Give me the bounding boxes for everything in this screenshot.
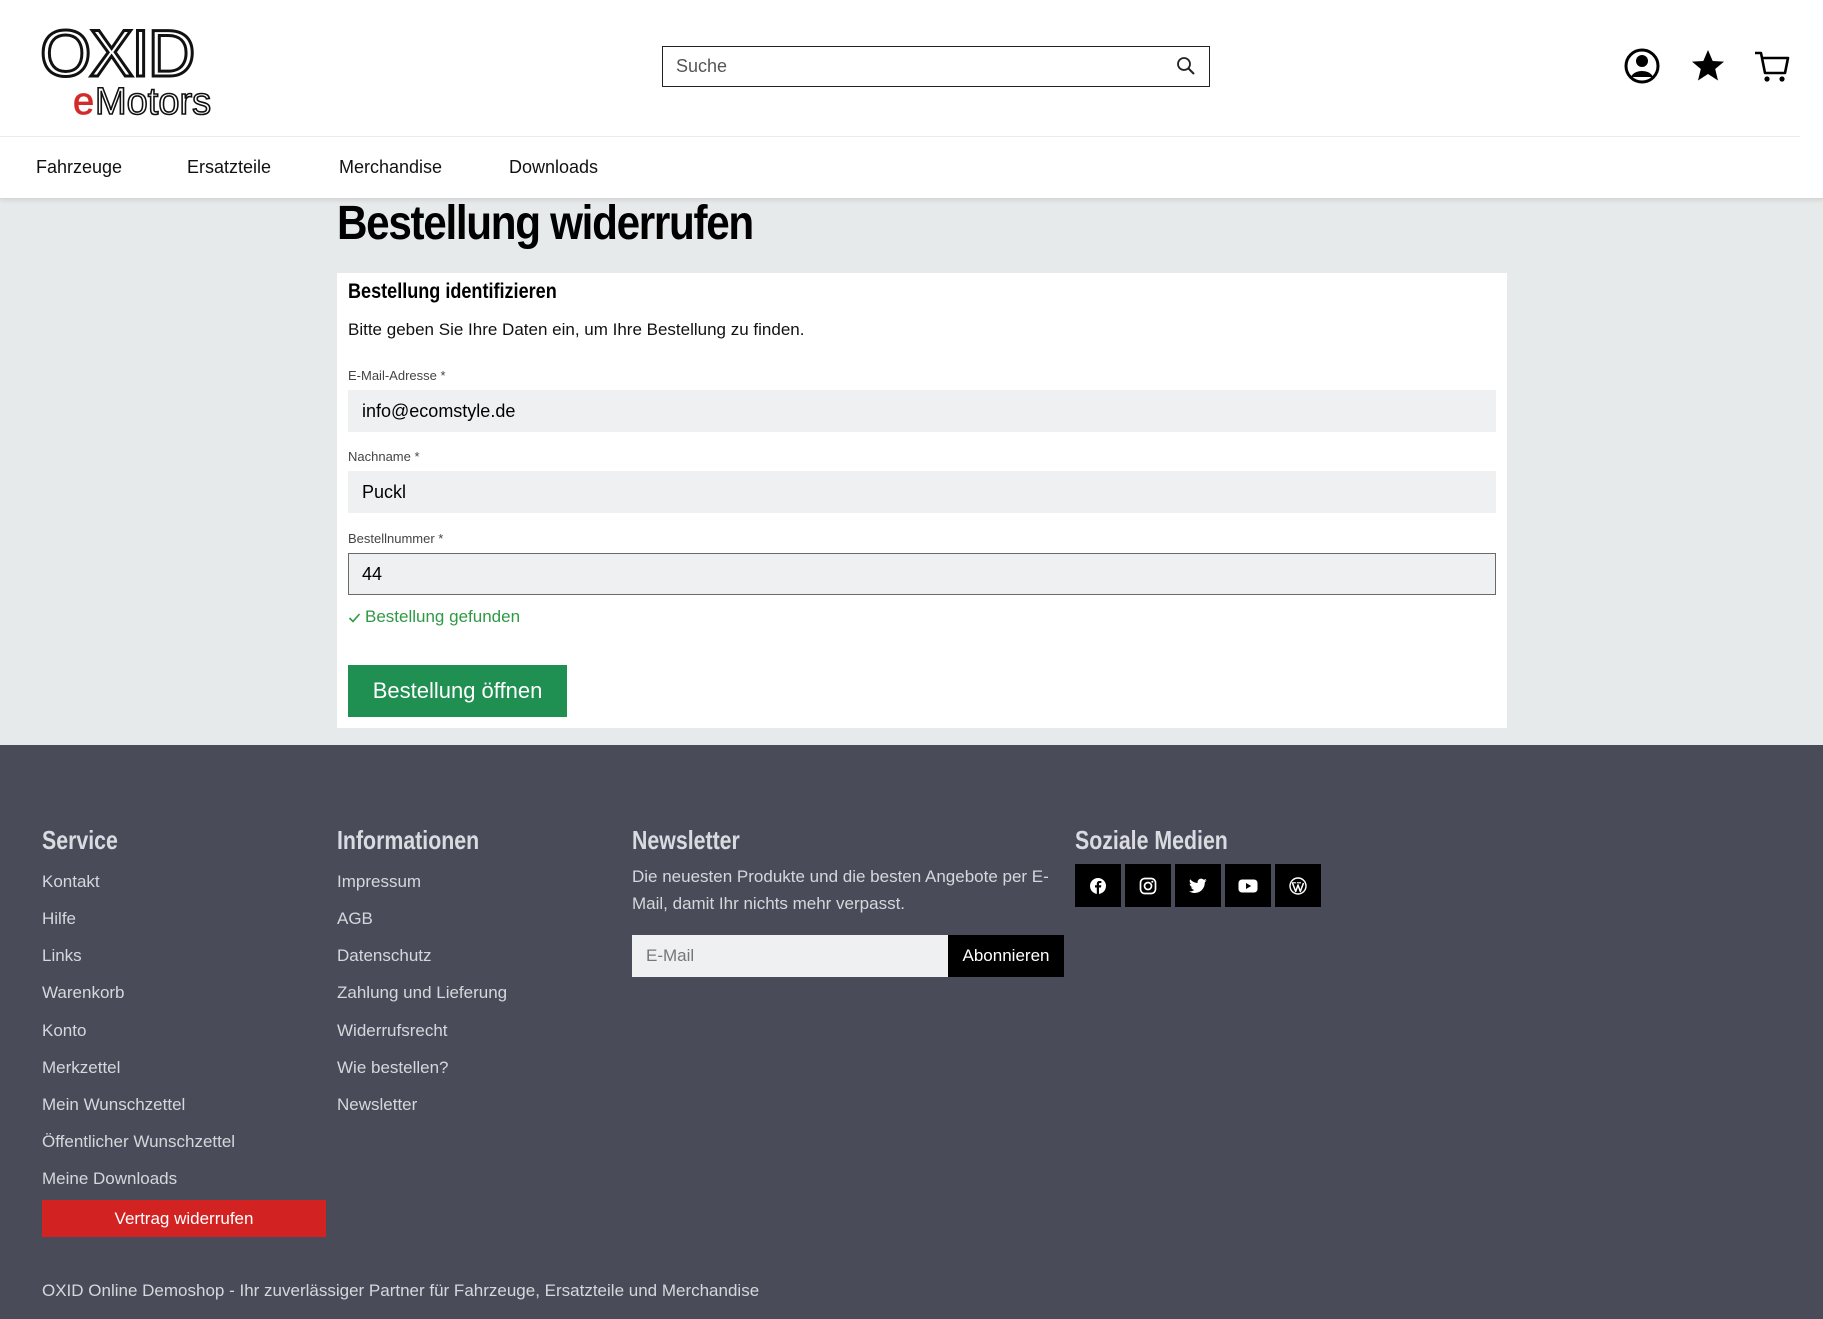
footer-heading-service: Service [42, 825, 118, 855]
shop-logo[interactable]: OXID e Motors [38, 15, 268, 124]
wishlist-star-icon[interactable] [1688, 46, 1728, 86]
newsletter-email-input[interactable] [632, 935, 948, 977]
footer-link-impressum[interactable]: Impressum [337, 872, 421, 892]
email-label: E-Mail-Adresse * [348, 368, 446, 383]
order-found-text: Bestellung gefunden [365, 607, 521, 626]
nav-item-downloads[interactable]: Downloads [509, 157, 598, 178]
ordernr-field-wrap [348, 553, 1496, 595]
facebook-icon[interactable] [1075, 864, 1121, 907]
subscribe-button[interactable]: Abonnieren [948, 935, 1064, 977]
ordernr-field[interactable] [349, 554, 1495, 594]
order-found-status: Bestellung gefunden [348, 607, 520, 627]
open-order-button[interactable]: Bestellung öffnen [348, 665, 567, 717]
footer-tagline: OXID Online Demoshop - Ihr zuverlässiger… [42, 1281, 760, 1300]
card-description: Bitte geben Sie Ihre Daten ein, um Ihre … [348, 320, 805, 339]
order-identify-card: Bestellung identifizieren Bitte geben Si… [337, 273, 1507, 728]
footer-link-newsletter[interactable]: Newsletter [337, 1095, 417, 1115]
footer-heading-newsletter: Newsletter [632, 825, 740, 855]
card-title: Bestellung identifizieren [348, 280, 557, 303]
logo-sub-text: Motors [95, 81, 211, 118]
nav-item-merchandise[interactable]: Merchandise [339, 157, 442, 178]
page-title: Bestellung widerrufen [337, 197, 754, 250]
footer-heading-informationen: Informationen [337, 825, 480, 855]
footer-link-widerrufsrecht[interactable]: Widerrufsrecht [337, 1021, 448, 1041]
footer-link-oeffentlicher-wunschzettel[interactable]: Öffentlicher Wunschzettel [42, 1132, 235, 1152]
revoke-contract-button[interactable]: Vertrag widerrufen [42, 1200, 326, 1237]
email-field-wrap [348, 390, 1496, 432]
twitter-icon[interactable] [1175, 864, 1221, 907]
youtube-icon[interactable] [1225, 864, 1271, 907]
cart-icon[interactable] [1752, 46, 1792, 86]
search-icon[interactable] [1176, 56, 1196, 76]
nav-item-fahrzeuge[interactable]: Fahrzeuge [36, 157, 122, 178]
footer-link-warenkorb[interactable]: Warenkorb [42, 983, 125, 1003]
email-field[interactable] [349, 391, 1495, 431]
account-icon[interactable] [1622, 46, 1662, 86]
search-box [662, 46, 1210, 87]
logo-graphic: OXID e Motors [39, 15, 212, 124]
search-input[interactable] [663, 47, 1209, 86]
ordernr-label: Bestellnummer * [348, 531, 444, 546]
check-icon [348, 612, 361, 623]
lastname-field[interactable] [349, 472, 1495, 512]
footer-heading-social: Soziale Medien [1075, 825, 1228, 855]
header-divider [0, 136, 1800, 137]
site-footer: Service Kontakt Hilfe Links Warenkorb Ko… [0, 745, 1823, 1319]
footer-link-wie-bestellen[interactable]: Wie bestellen? [337, 1058, 449, 1078]
footer-link-links[interactable]: Links [42, 946, 82, 966]
nav-item-ersatzteile[interactable]: Ersatzteile [187, 157, 271, 178]
logo-sub-e: e [73, 81, 94, 118]
lastname-field-wrap [348, 471, 1496, 513]
footer-link-konto[interactable]: Konto [42, 1021, 86, 1041]
footer-link-agb[interactable]: AGB [337, 909, 373, 929]
footer-link-mein-wunschzettel[interactable]: Mein Wunschzettel [42, 1095, 185, 1115]
footer-link-zahlung-lieferung[interactable]: Zahlung und Lieferung [337, 983, 507, 1003]
footer-link-merkzettel[interactable]: Merkzettel [42, 1058, 120, 1078]
footer-link-hilfe[interactable]: Hilfe [42, 909, 76, 929]
site-header: OXID e Motors Fahrzeuge Ersatzteile Merc… [0, 0, 1823, 199]
newsletter-description: Die neuesten Produkte und die besten Ang… [632, 867, 1049, 913]
instagram-icon[interactable] [1125, 864, 1171, 907]
wordpress-icon[interactable] [1275, 864, 1321, 907]
lastname-label: Nachname * [348, 449, 420, 464]
footer-link-kontakt[interactable]: Kontakt [42, 872, 100, 892]
logo-main-text: OXID [40, 18, 193, 90]
footer-link-meine-downloads[interactable]: Meine Downloads [42, 1169, 177, 1189]
footer-link-datenschutz[interactable]: Datenschutz [337, 946, 432, 966]
